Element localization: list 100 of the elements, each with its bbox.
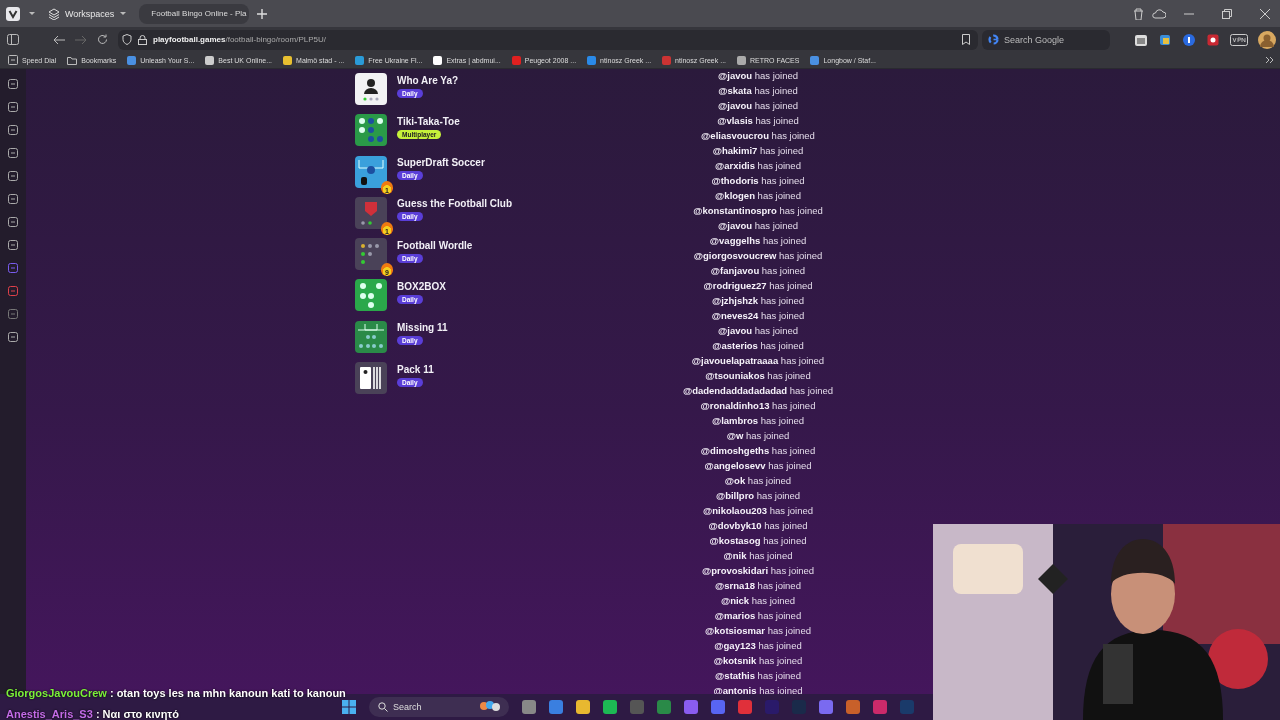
join-message: @fanjavou has joined bbox=[710, 264, 806, 278]
panel-icon[interactable] bbox=[8, 102, 18, 112]
join-message: @giorgosvoucrew has joined bbox=[693, 249, 823, 263]
game-title[interactable]: Guess the Football Club bbox=[397, 198, 512, 210]
layers-icon bbox=[48, 7, 60, 20]
game-icon[interactable] bbox=[355, 320, 387, 353]
site-favicon-icon bbox=[355, 55, 365, 65]
join-message: @skata has joined bbox=[718, 84, 798, 98]
folder-icon bbox=[67, 55, 78, 65]
address-field[interactable]: playfootball.games/football-bingo/room/PLP5U/ bbox=[118, 29, 978, 50]
join-message: @hakimi7 has joined bbox=[712, 144, 804, 158]
panel-icon[interactable] bbox=[8, 79, 18, 89]
close-icon[interactable] bbox=[1260, 8, 1270, 19]
game-title[interactable]: Football Wordle bbox=[397, 239, 473, 251]
join-message: @w has joined bbox=[726, 429, 790, 443]
reload-icon[interactable] bbox=[97, 34, 108, 45]
join-message: @ok has joined bbox=[724, 474, 792, 488]
search-field[interactable]: Search Google bbox=[982, 29, 1110, 50]
join-message: @stathis has joined bbox=[715, 669, 801, 683]
game-title[interactable]: Tiki-Taka-Toe bbox=[397, 115, 460, 127]
site-favicon-icon bbox=[283, 55, 293, 65]
calendar-icon[interactable] bbox=[1134, 32, 1148, 47]
game-title[interactable]: SuperDraft Soccer bbox=[397, 157, 485, 169]
game-title[interactable]: Missing 11 bbox=[397, 322, 448, 334]
google-icon bbox=[988, 34, 999, 45]
game-title[interactable]: Who Are Ya? bbox=[397, 74, 459, 86]
new-tab-icon[interactable] bbox=[257, 8, 268, 19]
game-icon[interactable] bbox=[355, 114, 387, 147]
panel-icon[interactable] bbox=[8, 309, 18, 319]
join-message: @provoskidari has joined bbox=[701, 564, 815, 578]
browser-tab[interactable]: Football Bingo Online - Pla bbox=[139, 3, 250, 24]
join-message: @vlasis has joined bbox=[717, 114, 799, 128]
chat-message: : Ναι στο κινητό bbox=[94, 708, 179, 720]
join-message: @arxidis has joined bbox=[715, 159, 801, 173]
join-message: @lambros has joined bbox=[711, 414, 805, 428]
workspaces-button[interactable]: Workspaces bbox=[44, 7, 132, 20]
join-message: @srna18 has joined bbox=[715, 579, 801, 593]
taskbar-search-field[interactable]: Search bbox=[369, 697, 509, 717]
speed-dial-icon bbox=[8, 55, 18, 65]
join-message: @marios has joined bbox=[714, 609, 802, 623]
lock-icon bbox=[138, 34, 147, 45]
panel-icon[interactable] bbox=[8, 194, 18, 204]
more-chevron-icon[interactable] bbox=[1265, 56, 1274, 64]
extension-icon[interactable] bbox=[1206, 32, 1220, 47]
url-text: playfootball.games/football-bingo/room/PLP5U/ bbox=[153, 35, 326, 44]
vpn-badge-icon[interactable] bbox=[1230, 33, 1248, 46]
join-message: @dovbyk10 has joined bbox=[708, 519, 808, 533]
join-message: @neves24 has joined bbox=[711, 309, 805, 323]
join-message: @javou has joined bbox=[718, 219, 798, 233]
join-message: @konstantinospro has joined bbox=[693, 204, 823, 218]
profile-avatar-icon[interactable] bbox=[1258, 30, 1276, 49]
join-message: @nik has joined bbox=[723, 549, 793, 563]
join-message: @javou has joined bbox=[718, 99, 798, 113]
join-message: @kotsiosmar has joined bbox=[705, 624, 811, 638]
game-icon[interactable] bbox=[355, 155, 387, 188]
shield-icon[interactable] bbox=[122, 34, 132, 45]
join-message: @dadendaddadadadad has joined bbox=[682, 384, 834, 398]
dropdown-icon[interactable] bbox=[28, 10, 36, 17]
info-icon[interactable] bbox=[1182, 32, 1196, 47]
join-message: @ronaldinho13 has joined bbox=[700, 399, 816, 413]
browser-logo-icon[interactable] bbox=[6, 6, 20, 21]
panel-icon[interactable] bbox=[8, 171, 18, 181]
panel-icon[interactable] bbox=[8, 286, 18, 296]
join-message: @billpro has joined bbox=[715, 489, 801, 503]
join-message: @angelosevv has joined bbox=[704, 459, 812, 473]
panel-icon[interactable] bbox=[8, 263, 18, 273]
game-icon[interactable] bbox=[355, 362, 387, 395]
join-message: @kotsnik has joined bbox=[713, 654, 803, 668]
game-title[interactable]: Pack 11 bbox=[397, 363, 434, 375]
site-favicon-icon bbox=[810, 55, 820, 65]
site-favicon-icon bbox=[662, 55, 672, 65]
panel-icon[interactable] bbox=[8, 217, 18, 227]
join-message: @kostasog has joined bbox=[709, 534, 807, 548]
game-icon[interactable] bbox=[355, 73, 387, 105]
game-icon[interactable] bbox=[355, 279, 387, 312]
trash-icon[interactable] bbox=[1133, 7, 1144, 20]
game-icon[interactable] bbox=[355, 238, 387, 271]
panel-icon[interactable] bbox=[8, 240, 18, 250]
join-message: @tsouniakos has joined bbox=[705, 369, 811, 383]
game-title[interactable]: BOX2BOX bbox=[397, 281, 446, 292]
panel-icon[interactable] bbox=[8, 332, 18, 342]
site-favicon-icon bbox=[127, 55, 137, 65]
puzzle-icon[interactable] bbox=[1158, 32, 1172, 47]
balloons-icon bbox=[479, 701, 501, 713]
restore-icon[interactable] bbox=[1222, 8, 1232, 19]
join-message: @javouelapatraaaa has joined bbox=[691, 354, 825, 368]
search-icon bbox=[378, 702, 388, 712]
join-message: @asterios has joined bbox=[712, 339, 804, 353]
windows-start-icon[interactable] bbox=[342, 700, 356, 714]
join-message: @dimoshgeths has joined bbox=[700, 444, 816, 458]
panel-icon[interactable] bbox=[8, 125, 18, 135]
panel-icon[interactable] bbox=[8, 148, 18, 158]
cloud-icon[interactable] bbox=[1152, 8, 1166, 19]
site-favicon-icon bbox=[205, 55, 215, 65]
bookmark-icon[interactable] bbox=[962, 34, 970, 45]
caret-icon bbox=[119, 10, 128, 17]
site-favicon-icon bbox=[511, 55, 521, 65]
sidebar-toggle-icon[interactable] bbox=[7, 34, 19, 45]
back-icon[interactable] bbox=[53, 34, 65, 45]
join-message: @jzhjshzk has joined bbox=[711, 294, 805, 308]
